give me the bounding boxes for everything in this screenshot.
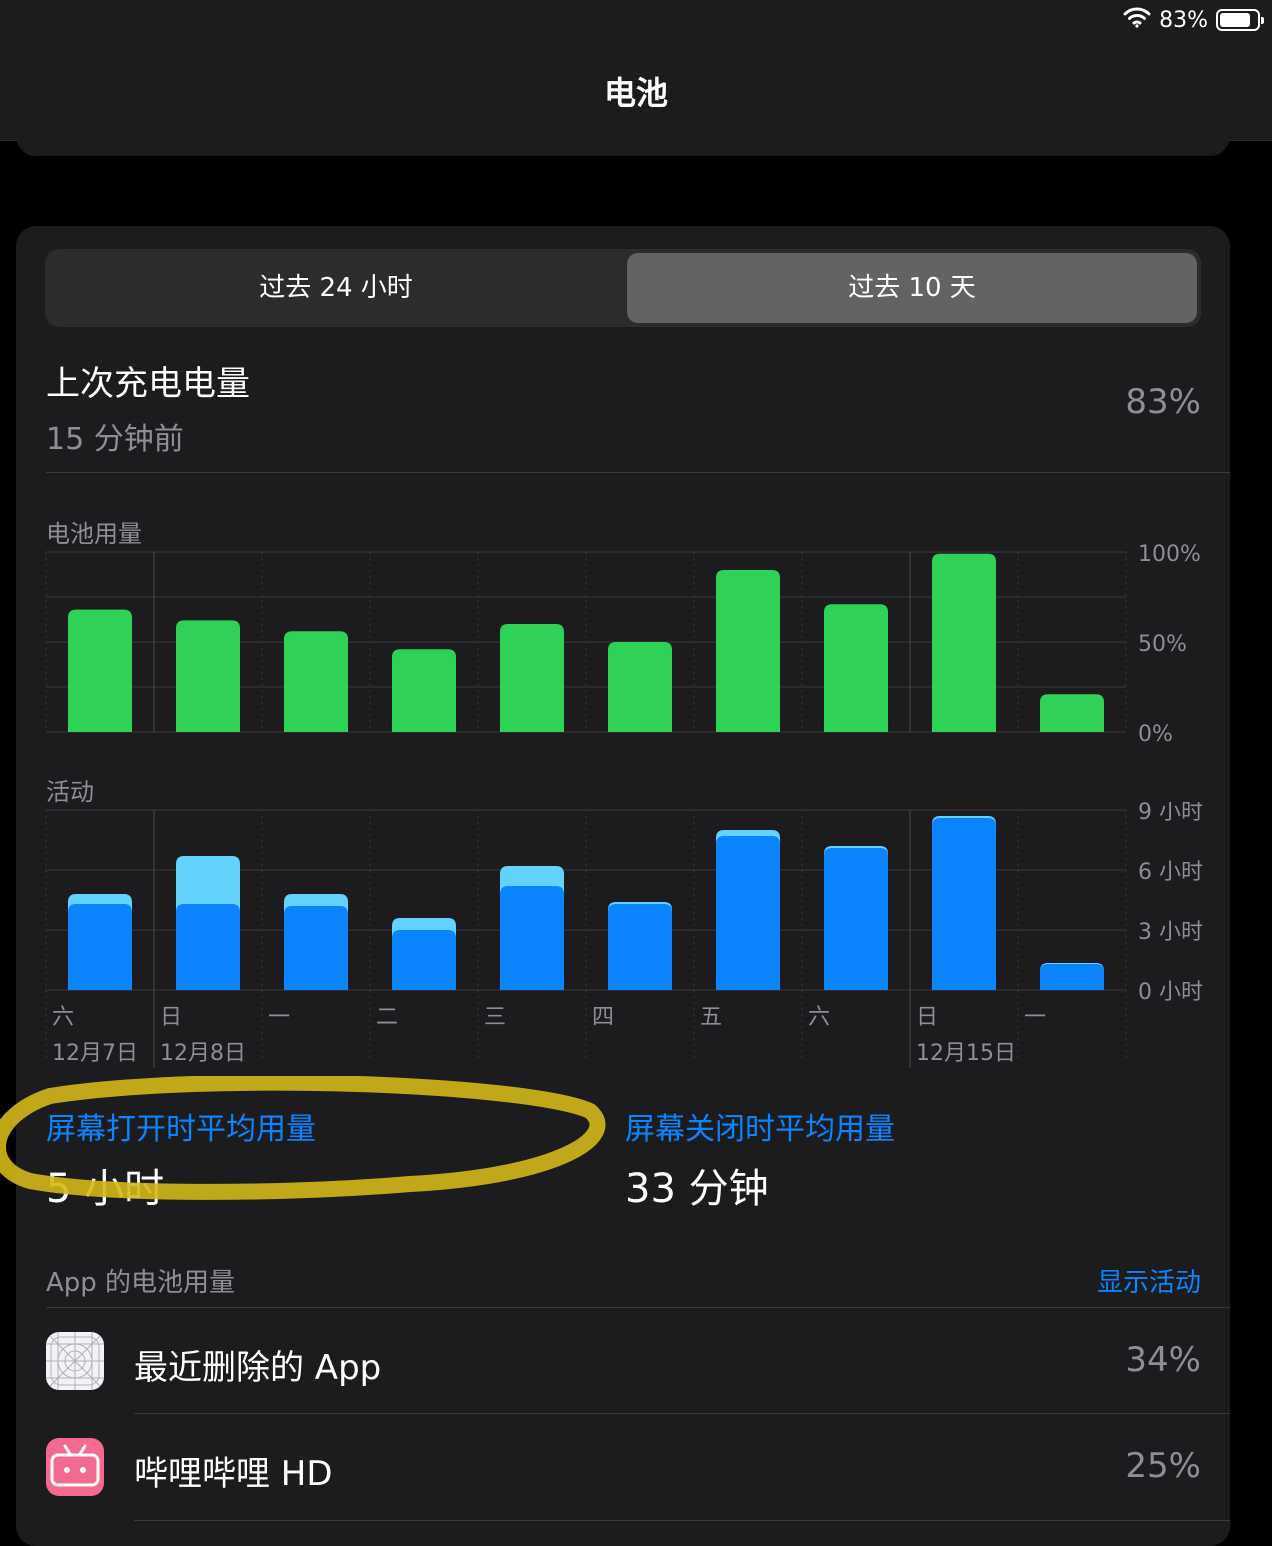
activity-bar-screen-on bbox=[824, 848, 888, 990]
usage-bar bbox=[284, 631, 348, 732]
activity-bar-screen-on bbox=[500, 886, 564, 990]
x-tick-label: 五 bbox=[700, 1005, 722, 1030]
date-label: 12月7日 bbox=[52, 1041, 138, 1066]
app-name: 哔哩哔哩 HD bbox=[134, 1454, 333, 1494]
x-tick-label: 六 bbox=[808, 1005, 830, 1030]
y-tick-label: 6 小时 bbox=[1138, 860, 1203, 885]
activity-bar-screen-on bbox=[68, 904, 132, 990]
apps-section-header: App 的电池用量 bbox=[46, 1268, 236, 1298]
screen-on-value: 5 小时 bbox=[46, 1166, 165, 1212]
divider bbox=[46, 472, 1230, 473]
usage-bar bbox=[176, 620, 240, 732]
battery-usage-chart: 100% 50% 0% bbox=[45, 544, 1201, 744]
previous-card-bottom bbox=[16, 120, 1230, 156]
activity-bar-screen-on bbox=[716, 836, 780, 990]
activity-bar-screen-on bbox=[1040, 964, 1104, 990]
battery-percent: 83% bbox=[1159, 7, 1208, 33]
activity-bar-screen-on bbox=[608, 904, 672, 990]
app-percent: 25% bbox=[1125, 1446, 1201, 1486]
screen-off-label: 屏幕关闭时平均用量 bbox=[625, 1112, 895, 1147]
usage-bar bbox=[500, 624, 564, 732]
screen-off-value: 33 分钟 bbox=[625, 1166, 769, 1212]
deleted-app-icon bbox=[46, 1332, 104, 1390]
x-tick-label: 六 bbox=[52, 1005, 74, 1030]
status-bar: 83% bbox=[0, 0, 1272, 40]
activity-bar-screen-on bbox=[392, 930, 456, 990]
y-tick-label: 50% bbox=[1138, 632, 1187, 657]
wifi-icon bbox=[1123, 6, 1151, 34]
activity-bar-screen-on bbox=[176, 904, 240, 990]
battery-card: 过去 24 小时 过去 10 天 上次充电电量 15 分钟前 83% 电池用量 … bbox=[16, 226, 1230, 1546]
show-activity-link[interactable]: 显示活动 bbox=[1097, 1262, 1201, 1299]
page-title: 电池 bbox=[603, 74, 668, 112]
y-tick-label: 100% bbox=[1138, 544, 1201, 567]
x-tick-label: 一 bbox=[1024, 1005, 1046, 1030]
x-tick-label: 日 bbox=[160, 1005, 182, 1030]
battery-nub bbox=[1261, 17, 1264, 24]
activity-bar-screen-on bbox=[284, 906, 348, 990]
x-tick-label: 一 bbox=[268, 1005, 290, 1030]
y-tick-label: 0% bbox=[1138, 722, 1173, 744]
y-tick-label: 3 小时 bbox=[1138, 920, 1203, 945]
time-range-segmented-control: 过去 24 小时 过去 10 天 bbox=[45, 249, 1201, 327]
y-tick-label: 9 小时 bbox=[1138, 802, 1203, 825]
bilibili-icon bbox=[46, 1438, 104, 1496]
battery-fill bbox=[1220, 13, 1250, 27]
app-percent: 34% bbox=[1125, 1340, 1201, 1380]
activity-bar-screen-on bbox=[932, 818, 996, 990]
usage-bar bbox=[932, 553, 996, 732]
usage-bar bbox=[1040, 694, 1104, 732]
status-right: 83% bbox=[1123, 6, 1264, 34]
tab-24-hours[interactable]: 过去 24 小时 bbox=[49, 253, 623, 323]
x-tick-label: 四 bbox=[592, 1005, 614, 1030]
usage-bar bbox=[68, 609, 132, 732]
app-row-deleted-apps[interactable]: 最近删除的 App 34% bbox=[16, 1308, 1230, 1414]
date-label: 12月15日 bbox=[916, 1041, 1016, 1066]
activity-chart: 9 小时 6 小时 3 小时 0 小时六 日 一 二 三 四 五 六 日 一 12月7日 12月8日 12月1… bbox=[45, 802, 1203, 1068]
y-tick-label: 0 小时 bbox=[1138, 980, 1203, 1005]
last-charge-time: 15 分钟前 bbox=[46, 422, 184, 457]
date-label: 12月8日 bbox=[160, 1041, 246, 1066]
x-tick-label: 三 bbox=[484, 1005, 506, 1030]
x-tick-label: 日 bbox=[916, 1005, 938, 1030]
usage-bar bbox=[824, 604, 888, 732]
divider bbox=[134, 1520, 1230, 1521]
usage-bar bbox=[716, 570, 780, 732]
x-tick-label: 二 bbox=[376, 1005, 398, 1030]
last-charge-label: 上次充电电量 bbox=[46, 364, 250, 404]
usage-bar bbox=[608, 642, 672, 732]
last-charge-value: 83% bbox=[1125, 382, 1201, 422]
screen-on-label: 屏幕打开时平均用量 bbox=[46, 1112, 316, 1147]
usage-bar bbox=[392, 649, 456, 732]
app-name: 最近删除的 App bbox=[134, 1348, 382, 1388]
app-row-bilibili[interactable]: 哔哩哔哩 HD 25% bbox=[16, 1414, 1230, 1520]
battery-icon bbox=[1216, 9, 1264, 31]
tab-10-days[interactable]: 过去 10 天 bbox=[627, 253, 1197, 323]
